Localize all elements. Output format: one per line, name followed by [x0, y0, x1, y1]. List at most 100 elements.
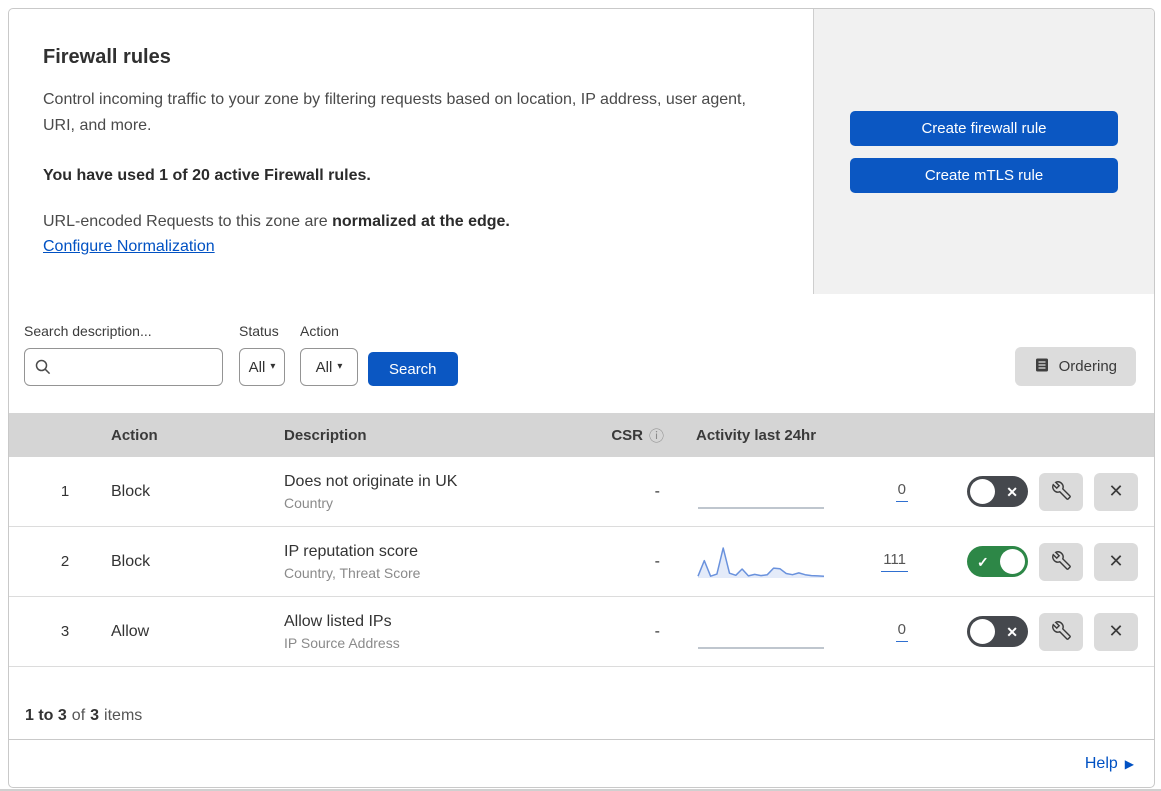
help-bar: Help ▶: [9, 739, 1154, 787]
header-section: Firewall rules Control incoming traffic …: [9, 9, 1154, 294]
x-icon: ✕: [1006, 483, 1018, 500]
x-icon: ✕: [1006, 623, 1018, 640]
ordering-button[interactable]: Ordering: [1014, 347, 1136, 386]
edit-rule-button[interactable]: [1039, 612, 1083, 651]
status-label: Status: [239, 323, 279, 339]
filter-bar: Search description... Status All ▾ Actio…: [9, 294, 1154, 413]
page-description: Control incoming traffic to your zone by…: [43, 91, 746, 134]
status-filter-group: Status All ▾: [223, 323, 285, 386]
search-field-wrap: [24, 348, 223, 386]
activity-count-link[interactable]: 111: [881, 551, 908, 572]
rule-criteria: IP Source Address: [284, 634, 400, 651]
rule-controls: ✓ ✕ ✕: [924, 542, 1154, 581]
pagination-summary: 1 to 3 of 3 items: [9, 667, 1154, 739]
wrench-icon: [1051, 550, 1071, 573]
rule-description[interactable]: IP reputation score: [284, 543, 604, 561]
firewall-rules-card: Firewall rules Control incoming traffic …: [8, 8, 1155, 788]
wrench-icon: [1051, 620, 1071, 643]
status-dropdown[interactable]: All ▾: [239, 348, 285, 386]
rule-description-cell: IP reputation score Country, Threat Scor…: [274, 543, 604, 581]
activity-count-link[interactable]: 0: [895, 481, 908, 502]
create-mtls-rule-button[interactable]: Create mTLS rule: [850, 157, 1118, 193]
toggle-knob: [970, 619, 995, 644]
rule-csr-value: -: [654, 482, 660, 500]
edit-rule-button[interactable]: [1039, 472, 1083, 511]
help-label: Help: [1084, 754, 1118, 772]
search-group: Search description...: [24, 323, 223, 386]
chevron-down-icon: ▾: [337, 361, 343, 372]
delete-rule-button[interactable]: ✕: [1094, 472, 1138, 511]
help-link[interactable]: Help ▶: [1085, 755, 1134, 773]
csr-column-header: CSR ⓘ: [611, 425, 684, 446]
arrow-right-icon: ▶: [1124, 756, 1134, 771]
search-button[interactable]: Search: [368, 352, 458, 386]
configure-normalization-link[interactable]: Configure Normalization: [43, 238, 215, 256]
action-filter-group: Action All ▾: [285, 323, 358, 386]
table-row: 2 Block IP reputation score Country, Thr…: [9, 527, 1154, 597]
usage-summary: You have used 1 of 20 active Firewall ru…: [43, 167, 371, 184]
description-column-header: Description: [284, 426, 367, 444]
rule-criteria: Country: [284, 494, 334, 511]
toggle-knob: [1000, 549, 1025, 574]
rule-action: Block: [111, 482, 151, 500]
ordering-label: Ordering: [1058, 358, 1117, 375]
action-label: Action: [300, 323, 339, 339]
action-dropdown[interactable]: All ▾: [300, 348, 358, 386]
items-total: 3: [90, 707, 100, 724]
activity-sparkline: [697, 546, 825, 578]
rule-description[interactable]: Does not originate in UK: [284, 473, 604, 491]
delete-rule-button[interactable]: ✕: [1094, 542, 1138, 581]
csr-header-label: CSR: [611, 426, 643, 444]
rule-priority: 1: [60, 483, 70, 500]
search-icon: [34, 358, 52, 381]
info-icon[interactable]: ⓘ: [649, 425, 664, 446]
check-icon: ✓: [977, 553, 989, 570]
rule-controls: ✓ ✕ ✕: [924, 472, 1154, 511]
action-column-header: Action: [111, 426, 158, 444]
rule-description-cell: Allow listed IPs IP Source Address: [274, 613, 604, 651]
rule-criteria: Country, Threat Score: [284, 564, 421, 581]
edit-rule-button[interactable]: [1039, 542, 1083, 581]
activity-sparkline: [698, 506, 824, 509]
ordering-icon: [1034, 357, 1050, 377]
rule-action: Allow: [111, 622, 150, 640]
rule-description[interactable]: Allow listed IPs: [284, 613, 604, 631]
items-word: items: [104, 707, 143, 724]
items-of: of: [71, 707, 86, 724]
chevron-down-icon: ▾: [270, 361, 276, 372]
header-text-area: Firewall rules Control incoming traffic …: [9, 9, 813, 294]
rule-action: Block: [111, 552, 151, 570]
rule-description-cell: Does not originate in UK Country: [274, 473, 604, 511]
wrench-icon: [1051, 480, 1071, 503]
enable-toggle[interactable]: ✓ ✕: [967, 476, 1028, 507]
items-range: 1 to 3: [25, 707, 67, 724]
search-input[interactable]: [24, 348, 223, 386]
toggle-knob: [970, 479, 995, 504]
enable-toggle[interactable]: ✓ ✕: [967, 546, 1028, 577]
rule-priority: 3: [60, 623, 70, 640]
action-value: All: [315, 358, 333, 376]
normalization-text: URL-encoded Requests to this zone are: [43, 213, 333, 230]
page-title: Firewall rules: [43, 46, 171, 68]
activity-sparkline: [698, 646, 824, 649]
create-firewall-rule-button[interactable]: Create firewall rule: [850, 110, 1118, 146]
activity-count-link[interactable]: 0: [895, 621, 908, 642]
actions-panel: Create firewall rule Create mTLS rule: [813, 9, 1154, 294]
rule-csr-value: -: [654, 622, 660, 640]
status-value: All: [248, 358, 266, 376]
search-label: Search description...: [24, 323, 152, 339]
normalization-bold-text: normalized at the edge.: [332, 213, 510, 230]
rule-controls: ✓ ✕ ✕: [924, 612, 1154, 651]
rule-activity-cell: 0: [684, 457, 924, 526]
table-header: Action Description CSR ⓘ Activity last 2…: [9, 413, 1154, 457]
delete-rule-button[interactable]: ✕: [1094, 612, 1138, 651]
table-row: 1 Block Does not originate in UK Country…: [9, 457, 1154, 527]
rule-csr-value: -: [654, 552, 660, 570]
activity-column-header: Activity last 24hr: [696, 426, 817, 444]
table-row: 3 Allow Allow listed IPs IP Source Addre…: [9, 597, 1154, 667]
enable-toggle[interactable]: ✓ ✕: [967, 616, 1028, 647]
rule-activity-cell: 111: [684, 527, 924, 596]
rule-priority: 2: [60, 553, 70, 570]
normalization-note: URL-encoded Requests to this zone are no…: [43, 213, 773, 231]
rule-activity-cell: 0: [684, 597, 924, 666]
